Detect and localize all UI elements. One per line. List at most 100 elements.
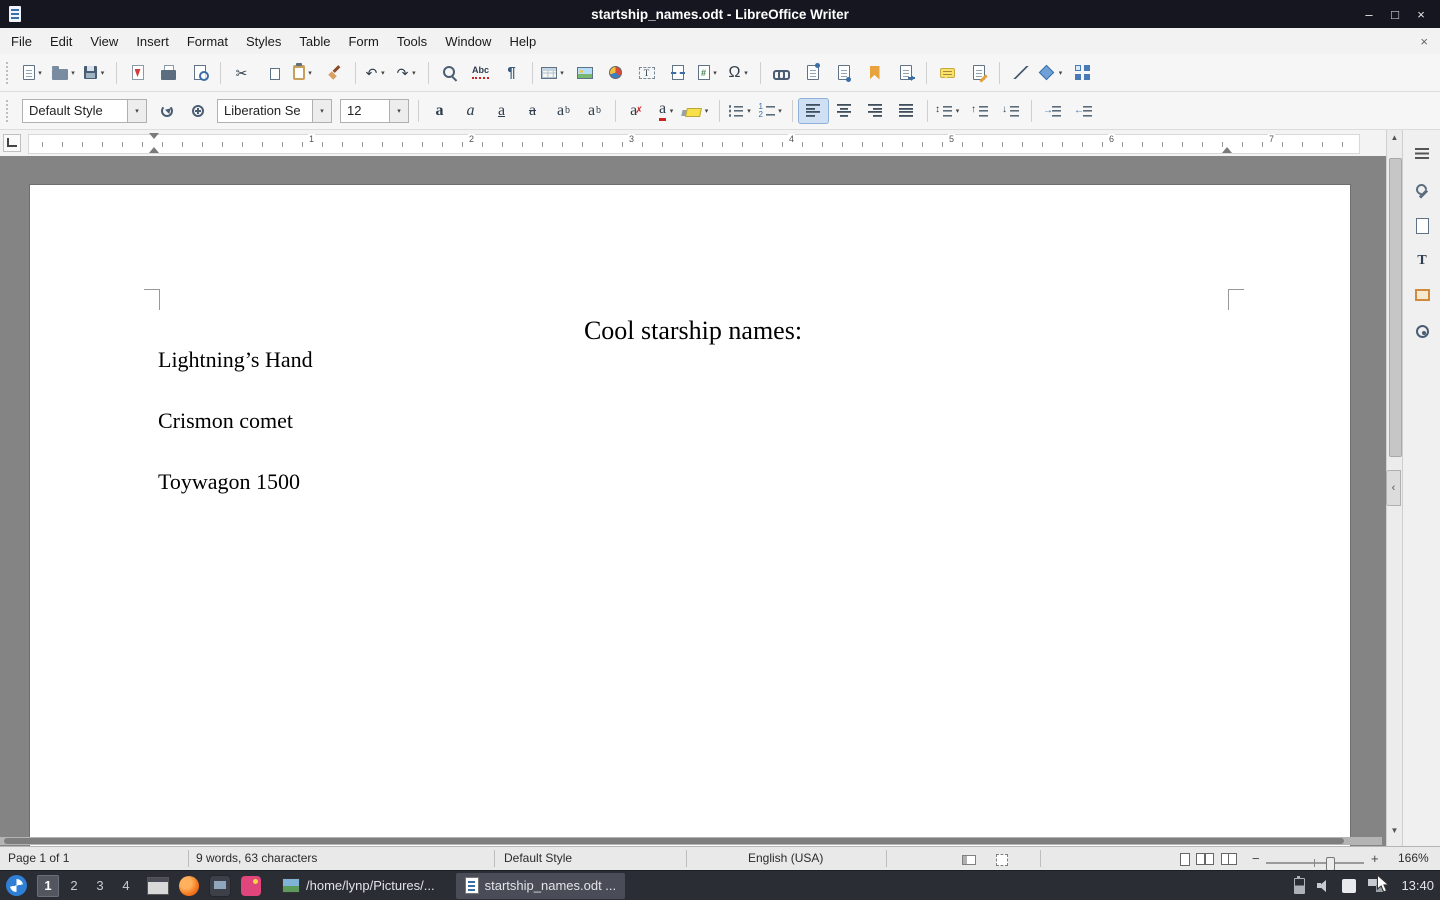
restore-button[interactable]: □ (1382, 0, 1408, 28)
subscript-button[interactable]: ab (579, 98, 610, 124)
taskbar-window-writer[interactable]: startship_names.odt ... (456, 873, 626, 899)
dropdown-arrow-icon[interactable]: ▾ (745, 107, 754, 115)
formatting-marks-button[interactable]: ¶ (496, 60, 527, 86)
redo-button[interactable]: ↷▾ (392, 60, 423, 86)
menu-table[interactable]: Table (290, 28, 339, 54)
menu-edit[interactable]: Edit (41, 28, 81, 54)
paste-button[interactable]: ▾ (288, 60, 319, 86)
print-preview-button[interactable] (184, 60, 215, 86)
toolbar-grip[interactable] (6, 100, 13, 122)
launcher-terminal-icon[interactable] (147, 877, 169, 895)
workspace-1-button[interactable]: 1 (37, 875, 59, 897)
dropdown-arrow-icon[interactable]: ▾ (312, 99, 332, 123)
menu-styles[interactable]: Styles (237, 28, 290, 54)
minimize-button[interactable]: – (1356, 0, 1382, 28)
dropdown-arrow-icon[interactable]: ▾ (1056, 69, 1065, 77)
align-center-button[interactable] (829, 98, 860, 124)
single-page-view-button[interactable] (1180, 853, 1190, 866)
zoom-slider-thumb[interactable] (1326, 857, 1335, 871)
scroll-down-arrow[interactable]: ▼ (1387, 826, 1402, 835)
multi-page-view-button[interactable] (1196, 853, 1205, 865)
line-spacing-button[interactable]: ↕▾ (933, 98, 964, 124)
sidebar-properties-button[interactable] (1403, 176, 1440, 206)
menu-view[interactable]: View (81, 28, 127, 54)
font-color-button[interactable]: a▾ (652, 98, 683, 124)
insert-image-button[interactable] (569, 60, 600, 86)
insert-table-button[interactable]: ▾ (538, 60, 569, 86)
menu-help[interactable]: Help (500, 28, 545, 54)
copy-button[interactable] (257, 60, 288, 86)
open-button[interactable]: ▾ (49, 60, 80, 86)
document-title[interactable]: Cool starship names: (158, 316, 1228, 346)
sidebar-settings-button[interactable] (1403, 138, 1440, 168)
menu-form[interactable]: Form (339, 28, 387, 54)
insert-mode-indicator[interactable] (962, 855, 976, 865)
dropdown-arrow-icon[interactable]: ▾ (953, 107, 962, 115)
export-pdf-button[interactable] (122, 60, 153, 86)
align-right-button[interactable] (860, 98, 891, 124)
insert-endnote-button[interactable] (828, 60, 859, 86)
dropdown-arrow-icon[interactable]: ▾ (409, 69, 418, 77)
dropdown-arrow-icon[interactable]: ▾ (36, 69, 45, 77)
print-button[interactable] (153, 60, 184, 86)
align-justified-button[interactable] (891, 98, 922, 124)
menu-tools[interactable]: Tools (388, 28, 436, 54)
spelling-button[interactable]: Abc (465, 60, 496, 86)
toolbar-grip[interactable] (6, 62, 13, 84)
underline-button[interactable]: a (486, 98, 517, 124)
update-style-button[interactable] (151, 98, 182, 124)
numbered-list-button[interactable]: 12▾ (756, 98, 787, 124)
decrease-paragraph-spacing-button[interactable]: ↓ (995, 98, 1026, 124)
insert-chart-button[interactable] (600, 60, 631, 86)
scroll-up-arrow[interactable]: ▲ (1387, 133, 1402, 142)
zoom-slider[interactable] (1266, 862, 1364, 864)
menu-insert[interactable]: Insert (127, 28, 178, 54)
dropdown-arrow-icon[interactable]: ▾ (558, 69, 567, 77)
clipboard-tray-icon[interactable] (1342, 879, 1356, 893)
insert-bookmark-button[interactable] (859, 60, 890, 86)
dropdown-arrow-icon[interactable]: ▾ (711, 69, 720, 77)
page-count[interactable]: Page 1 of 1 (8, 851, 69, 865)
cut-button[interactable]: ✂ (226, 60, 257, 86)
sidebar-gallery-button[interactable] (1403, 280, 1440, 310)
font-name-value[interactable]: Liberation Se (217, 99, 312, 123)
right-indent-marker[interactable] (1222, 142, 1232, 153)
zoom-level[interactable]: 166% (1398, 851, 1429, 865)
horizontal-scrollbar-thumb[interactable] (4, 838, 1344, 844)
font-name-combobox[interactable]: Liberation Se ▾ (217, 99, 332, 123)
new-style-button[interactable] (182, 98, 213, 124)
increase-indent-button[interactable]: → (1037, 98, 1068, 124)
dropdown-arrow-icon[interactable]: ▾ (98, 69, 107, 77)
launcher-files-icon[interactable] (209, 875, 231, 897)
sidebar-toggle-handle[interactable]: ‹ (1386, 470, 1401, 506)
insert-textbox-button[interactable]: T (631, 60, 662, 86)
menu-format[interactable]: Format (178, 28, 237, 54)
bullet-list-button[interactable]: ▾ (725, 98, 756, 124)
insert-special-character-button[interactable]: Ω▾ (724, 60, 755, 86)
document-paragraph[interactable]: Toywagon 1500 (158, 468, 1228, 496)
dropdown-arrow-icon[interactable]: ▾ (306, 69, 315, 77)
battery-icon[interactable] (1294, 878, 1305, 894)
insert-cross-reference-button[interactable] (890, 60, 921, 86)
clear-formatting-button[interactable]: a✗ (621, 98, 652, 124)
workspace-3-button[interactable]: 3 (89, 875, 111, 897)
dropdown-arrow-icon[interactable]: ▾ (741, 69, 750, 77)
taskbar-window-pictures[interactable]: /home/lynp/Pictures/... (273, 873, 444, 899)
font-size-combobox[interactable]: 12 ▾ (340, 99, 409, 123)
text-language[interactable]: English (USA) (748, 851, 823, 865)
launcher-firefox-icon[interactable] (179, 876, 199, 896)
ruler-strip[interactable] (28, 134, 1360, 154)
applications-menu-icon[interactable] (6, 875, 27, 896)
track-changes-button[interactable] (963, 60, 994, 86)
basic-shapes-button[interactable]: ▾ (1036, 60, 1067, 86)
zoom-in-button[interactable]: + (1371, 851, 1379, 866)
find-replace-button[interactable] (434, 60, 465, 86)
horizontal-ruler[interactable]: 1 2 3 4 5 6 7 (0, 130, 1440, 157)
volume-icon[interactable] (1317, 879, 1330, 892)
sidebar-page-button[interactable] (1403, 211, 1440, 241)
new-document-button[interactable]: ▾ (18, 60, 49, 86)
sidebar-navigator-button[interactable] (1403, 316, 1440, 346)
decrease-indent-button[interactable]: ← (1068, 98, 1099, 124)
dropdown-arrow-icon[interactable]: ▾ (127, 99, 147, 123)
paragraph-style-value[interactable]: Default Style (22, 99, 127, 123)
